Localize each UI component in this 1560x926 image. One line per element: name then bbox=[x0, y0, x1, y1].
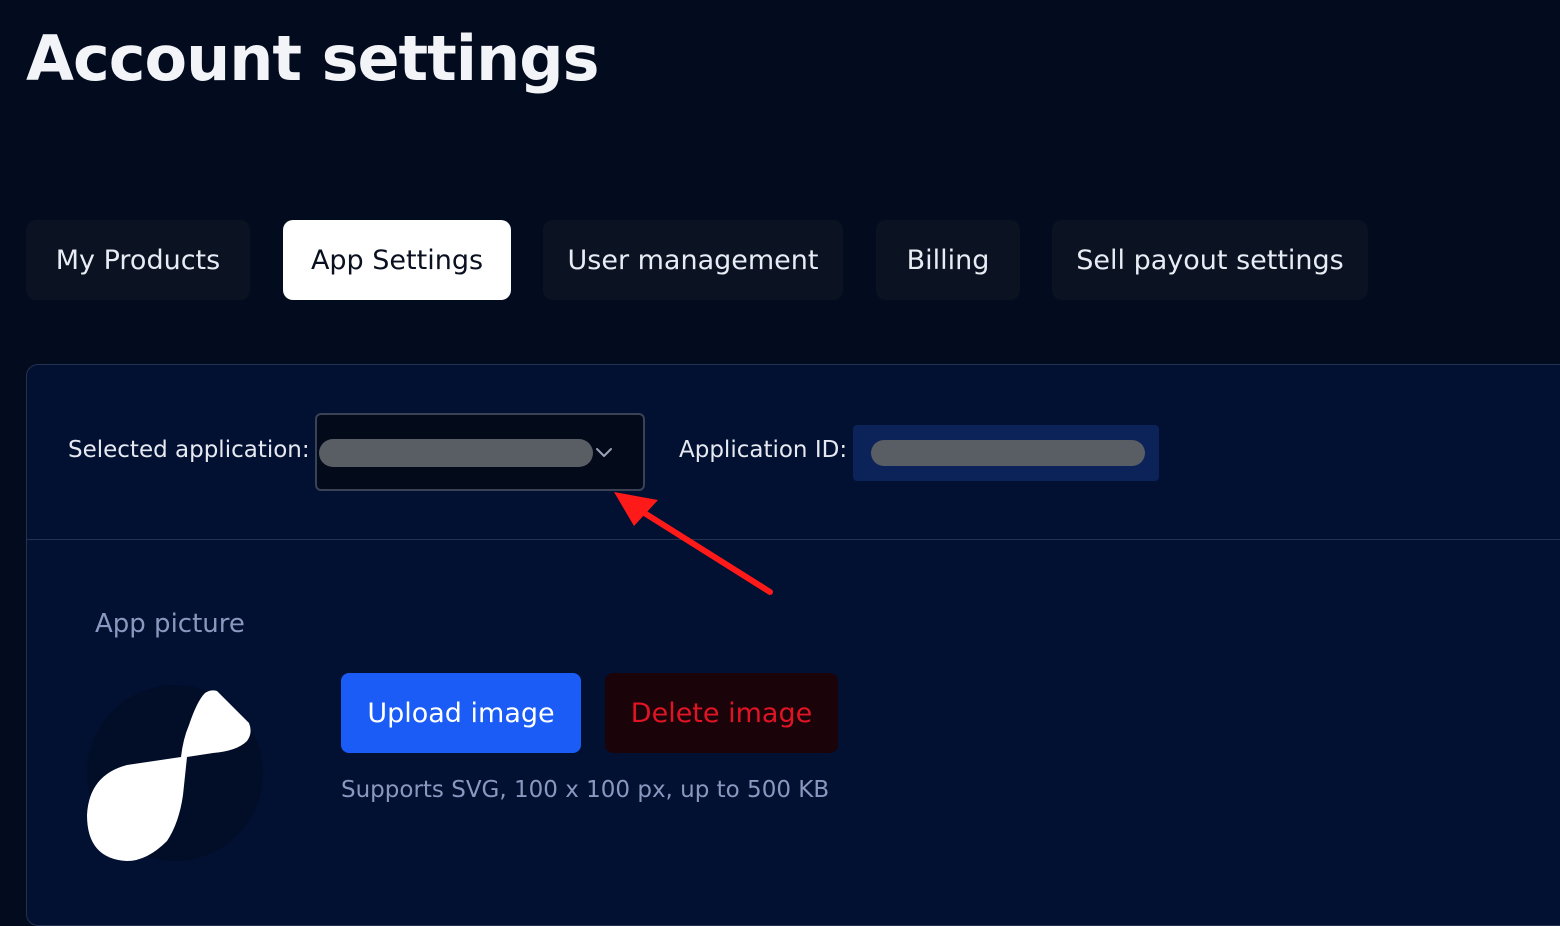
tab-sell-payout-settings[interactable]: Sell payout settings bbox=[1052, 220, 1368, 300]
delete-image-button[interactable]: Delete image bbox=[605, 673, 838, 753]
page-title: Account settings bbox=[26, 22, 599, 95]
tab-my-products[interactable]: My Products bbox=[26, 220, 250, 300]
app-picture bbox=[87, 685, 263, 861]
application-select[interactable] bbox=[315, 413, 645, 491]
app-logo-icon bbox=[87, 690, 251, 861]
application-id-value[interactable] bbox=[853, 425, 1159, 481]
redacted-application-name bbox=[319, 439, 593, 467]
redacted-application-id bbox=[871, 440, 1145, 466]
selected-application-label: Selected application: bbox=[68, 437, 310, 463]
app-settings-card: Selected application: Application ID: Ap… bbox=[26, 364, 1560, 926]
upload-hint: Supports SVG, 100 x 100 px, up to 500 KB bbox=[341, 777, 830, 803]
chevron-down-icon bbox=[596, 448, 612, 457]
application-id-label: Application ID: bbox=[679, 437, 848, 463]
tab-app-settings[interactable]: App Settings bbox=[283, 220, 511, 300]
app-picture-label: App picture bbox=[95, 609, 245, 639]
tab-billing[interactable]: Billing bbox=[876, 220, 1020, 300]
upload-image-button[interactable]: Upload image bbox=[341, 673, 581, 753]
application-header: Selected application: Application ID: bbox=[27, 365, 1560, 540]
tab-user-management[interactable]: User management bbox=[543, 220, 843, 300]
